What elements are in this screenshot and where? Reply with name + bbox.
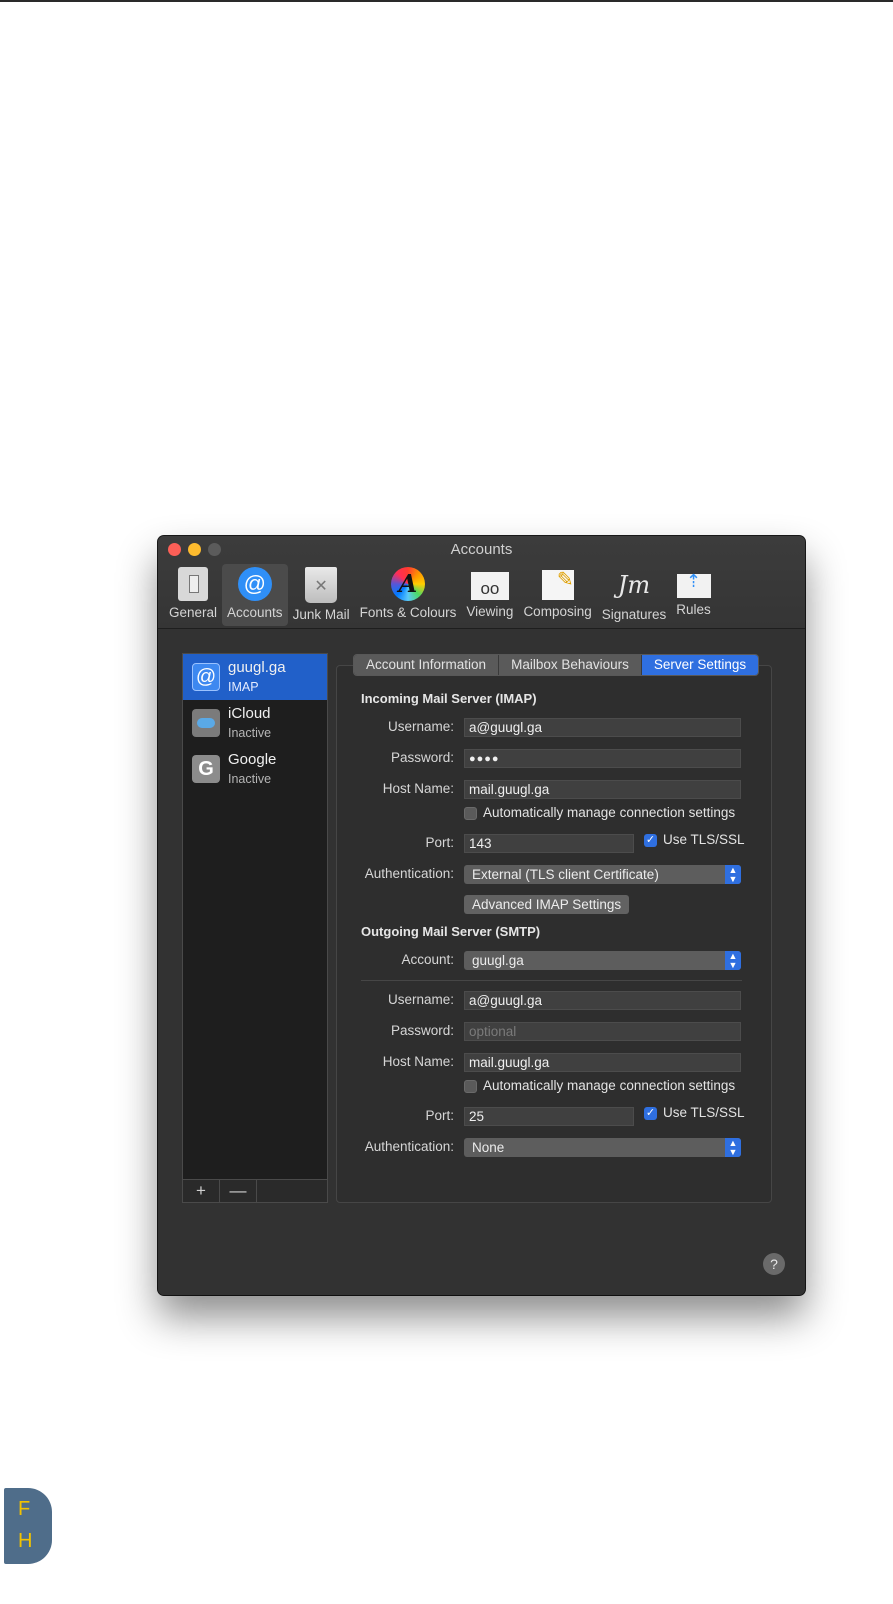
remove-account-button[interactable]: —	[220, 1180, 257, 1202]
incoming-server-heading: Incoming Mail Server (IMAP)	[361, 691, 537, 706]
incoming-username-label: Username:	[387, 719, 454, 734]
account-item-guugl[interactable]: @ guugl.ga IMAP	[183, 654, 327, 700]
accounts-list: @ guugl.ga IMAP iCloud Inactive G Google…	[182, 653, 328, 1203]
color-wheel-icon: A	[390, 567, 425, 601]
outgoing-username-label: Username:	[387, 992, 454, 1007]
incoming-port-label: Port:	[425, 835, 454, 850]
glasses-icon: oo	[470, 572, 509, 600]
toolbar-rules[interactable]: ⇡ Rules	[671, 564, 716, 626]
toolbar-label: Rules	[676, 602, 711, 617]
account-item-icloud[interactable]: iCloud Inactive	[183, 700, 327, 746]
fh-logo: F H	[4, 1488, 52, 1564]
toolbar-junk-mail[interactable]: ✕ Junk Mail	[288, 564, 355, 626]
updown-chevron-icon: ▲ ▼	[725, 865, 741, 884]
incoming-tls-checkbox[interactable]: ✓	[644, 834, 657, 847]
updown-chevron-icon: ▲ ▼	[725, 1138, 741, 1157]
toolbar-signatures[interactable]: Jm Signatures	[597, 564, 672, 626]
accounts-preferences-window: Accounts General @ Accounts ✕ Junk Mail …	[158, 536, 805, 1295]
toolbar-fonts-colours[interactable]: A Fonts & Colours	[355, 564, 462, 626]
toolbar-label: Signatures	[601, 607, 667, 622]
outgoing-tls-checkbox[interactable]: ✓	[644, 1107, 657, 1120]
account-item-google[interactable]: G Google Inactive	[183, 746, 327, 792]
outgoing-account-value: guugl.ga	[472, 953, 524, 968]
outgoing-account-label: Account:	[401, 952, 454, 967]
logo-letter-h: H	[18, 1530, 33, 1552]
toolbar-accounts[interactable]: @ Accounts	[222, 564, 288, 626]
incoming-password-field[interactable]: ●●●●	[464, 749, 741, 768]
window-title: Accounts	[450, 541, 513, 558]
toolbar-general[interactable]: General	[164, 564, 222, 626]
incoming-port-field[interactable]: 143	[464, 834, 634, 853]
at-sign-icon: @	[237, 567, 272, 601]
at-sign-icon: @	[192, 663, 220, 691]
tab-account-information[interactable]: Account Information	[354, 655, 500, 675]
outgoing-auto-manage-label: Automatically manage connection settings	[483, 1078, 736, 1093]
settings-tabs: Account Information Mailbox Behaviours S…	[353, 654, 760, 676]
general-switch-icon	[178, 567, 209, 601]
advanced-imap-settings-button[interactable]: Advanced IMAP Settings	[464, 895, 630, 914]
page-top-rule	[0, 0, 893, 2]
pencil-paper-icon: ✎	[541, 570, 574, 600]
outgoing-port-label: Port:	[425, 1108, 454, 1123]
incoming-auto-manage-checkbox[interactable]	[464, 807, 477, 820]
incoming-host-field[interactable]: mail.guugl.ga	[464, 780, 741, 799]
section-divider	[361, 980, 742, 981]
toolbar-label: Fonts & Colours	[359, 605, 457, 620]
incoming-auto-manage-label: Automatically manage connection settings	[483, 805, 736, 820]
account-name: guugl.ga	[228, 659, 286, 676]
outgoing-auth-popup[interactable]: None ▲ ▼	[464, 1138, 741, 1157]
envelope-arrows-icon: ⇡	[676, 572, 711, 598]
outgoing-host-label: Host Name:	[382, 1054, 454, 1069]
toolbar-composing[interactable]: ✎ Composing	[518, 564, 596, 626]
account-type: IMAP	[228, 680, 259, 694]
outgoing-port-field[interactable]: 25	[464, 1107, 634, 1126]
preferences-content: @ guugl.ga IMAP iCloud Inactive G Google…	[158, 629, 805, 1295]
account-name: iCloud	[228, 705, 271, 722]
incoming-auth-popup[interactable]: External (TLS client Certificate) ▲ ▼	[464, 865, 741, 884]
tab-mailbox-behaviours[interactable]: Mailbox Behaviours	[499, 655, 642, 675]
toolbar-label: Viewing	[466, 604, 514, 619]
incoming-auth-label: Authentication:	[364, 866, 454, 881]
outgoing-auto-manage-checkbox[interactable]	[464, 1080, 477, 1093]
incoming-tls-label: Use TLS/SSL	[663, 832, 745, 847]
outgoing-account-popup[interactable]: guugl.ga ▲ ▼	[464, 951, 741, 970]
google-icon: G	[192, 755, 220, 783]
outgoing-username-field[interactable]: a@guugl.ga	[464, 991, 741, 1010]
toolbar-label: Junk Mail	[292, 607, 350, 622]
outgoing-tls-label: Use TLS/SSL	[663, 1105, 745, 1120]
account-type: Inactive	[228, 772, 272, 786]
add-account-button[interactable]: +	[183, 1180, 220, 1202]
toolbar-label: Composing	[523, 604, 592, 619]
incoming-host-label: Host Name:	[382, 781, 454, 796]
incoming-password-label: Password:	[390, 750, 454, 765]
outgoing-auth-label: Authentication:	[364, 1139, 454, 1154]
incoming-auth-value: External (TLS client Certificate)	[472, 867, 659, 882]
window-titlebar: Accounts General @ Accounts ✕ Junk Mail …	[158, 536, 805, 629]
toolbar-viewing[interactable]: oo Viewing	[461, 564, 518, 626]
tab-server-settings[interactable]: Server Settings	[641, 655, 759, 675]
updown-chevron-icon: ▲ ▼	[725, 951, 741, 970]
account-type: Inactive	[228, 726, 272, 740]
toolbar-label: General	[169, 605, 218, 620]
preferences-toolbar: General @ Accounts ✕ Junk Mail A Fonts &…	[164, 564, 716, 626]
trash-bin-icon: ✕	[305, 567, 338, 603]
help-button[interactable]: ?	[763, 1253, 785, 1275]
account-name: Google	[228, 751, 277, 768]
outgoing-host-field[interactable]: mail.guugl.ga	[464, 1053, 741, 1072]
outgoing-server-heading: Outgoing Mail Server (SMTP)	[361, 924, 541, 939]
icloud-icon	[192, 709, 220, 737]
account-list-buttons: + —	[183, 1179, 327, 1202]
outgoing-password-field[interactable]: optional	[464, 1022, 741, 1041]
signature-icon: Jm	[617, 571, 651, 599]
outgoing-password-label: Password:	[390, 1023, 454, 1038]
incoming-username-field[interactable]: a@guugl.ga	[464, 718, 741, 737]
outgoing-auth-value: None	[472, 1140, 505, 1155]
logo-letter-f: F	[18, 1498, 31, 1520]
toolbar-label: Accounts	[227, 605, 283, 620]
